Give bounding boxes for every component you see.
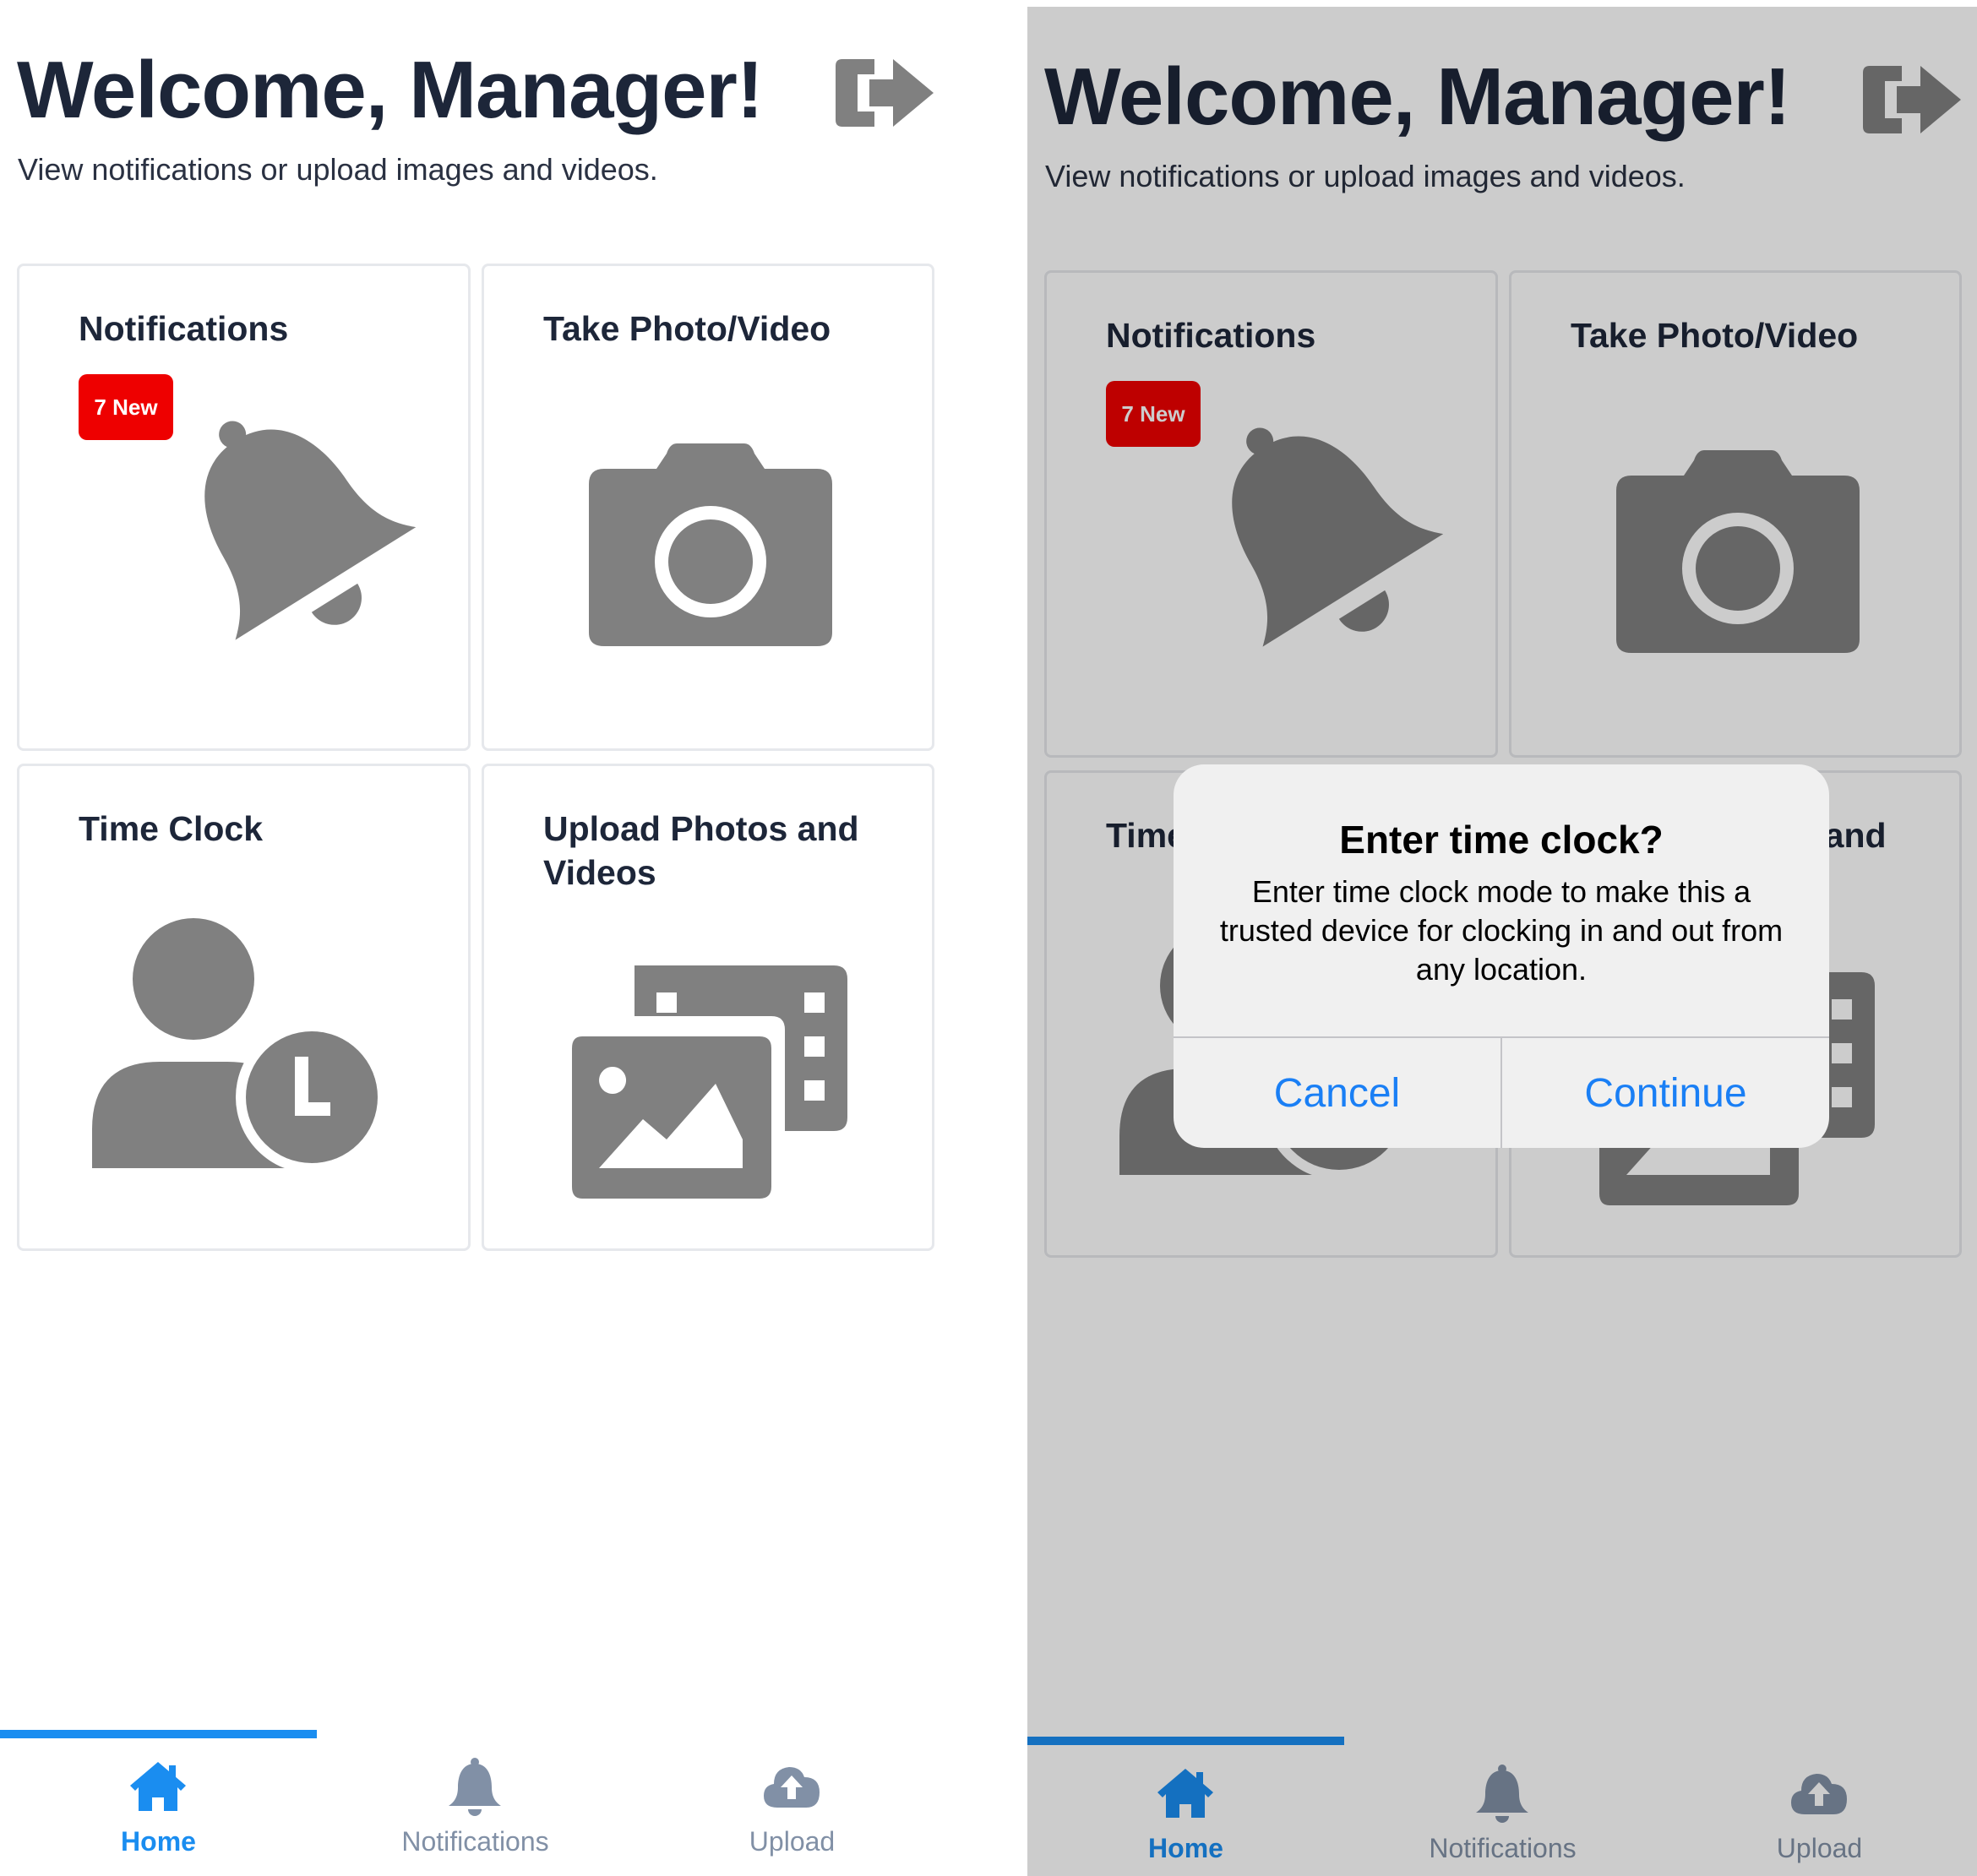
upload-photos-card[interactable]: Upload Photos and Videos (482, 764, 934, 1251)
time-clock-card[interactable]: Time Clock (17, 764, 471, 1251)
continue-button[interactable]: Continue (1502, 1038, 1829, 1148)
active-tab-indicator (0, 1730, 317, 1738)
page-subtitle: View notifications or upload images and … (18, 152, 658, 187)
home-screen-with-dialog: Welcome, Manager! View notifications or … (1027, 0, 1977, 1876)
home-content: Welcome, Manager! View notifications or … (0, 0, 1027, 1876)
time-clock-dialog: Enter time clock? Enter time clock mode … (1174, 764, 1829, 1148)
card-title: Notifications (79, 309, 289, 348)
dialog-title: Enter time clock? (1339, 818, 1664, 862)
bell-icon (444, 1755, 506, 1818)
home-icon (127, 1755, 189, 1818)
take-photo-card[interactable]: Take Photo/Video (482, 264, 934, 751)
tab-notifications[interactable]: Notifications (317, 1748, 634, 1875)
tab-label: Notifications (401, 1826, 549, 1857)
bell-icon (163, 400, 417, 653)
home-screen: Welcome, Manager! View notifications or … (0, 0, 1027, 1876)
camera-icon (584, 435, 837, 655)
notifications-card[interactable]: Notifications 7 New (17, 264, 471, 751)
cancel-button[interactable]: Cancel (1174, 1038, 1500, 1148)
card-title: Upload Photos and Videos (543, 809, 859, 892)
tab-upload[interactable]: Upload (634, 1748, 950, 1875)
card-title: Time Clock (79, 809, 263, 848)
tab-home[interactable]: Home (0, 1748, 317, 1875)
status-badge: 7 New (79, 374, 173, 440)
tab-label: Upload (749, 1826, 836, 1857)
dialog-message: Enter time clock mode to make this a tru… (1219, 874, 1784, 987)
user-clock-icon (67, 918, 388, 1172)
cloud-upload-icon (760, 1755, 823, 1818)
photo-film-icon (572, 965, 859, 1202)
tab-label: Home (121, 1826, 196, 1857)
logout-icon[interactable] (832, 52, 935, 133)
home-content: Welcome, Manager! View notifications or … (1027, 7, 1977, 1876)
card-title: Take Photo/Video (543, 309, 831, 348)
page-title: Welcome, Manager! (17, 45, 764, 135)
